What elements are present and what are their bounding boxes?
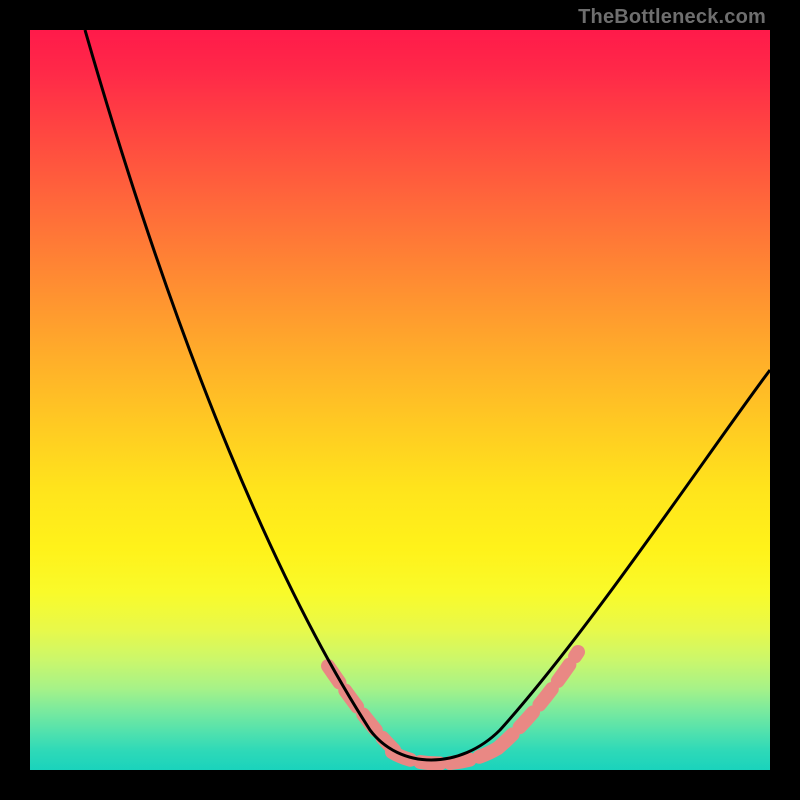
bottleneck-curve xyxy=(85,30,770,760)
chart-svg xyxy=(30,30,770,770)
optimal-highlight-right xyxy=(498,652,578,748)
watermark-text: TheBottleneck.com xyxy=(578,6,766,29)
plot-area xyxy=(30,30,770,770)
chart-frame: TheBottleneck.com xyxy=(0,0,800,800)
